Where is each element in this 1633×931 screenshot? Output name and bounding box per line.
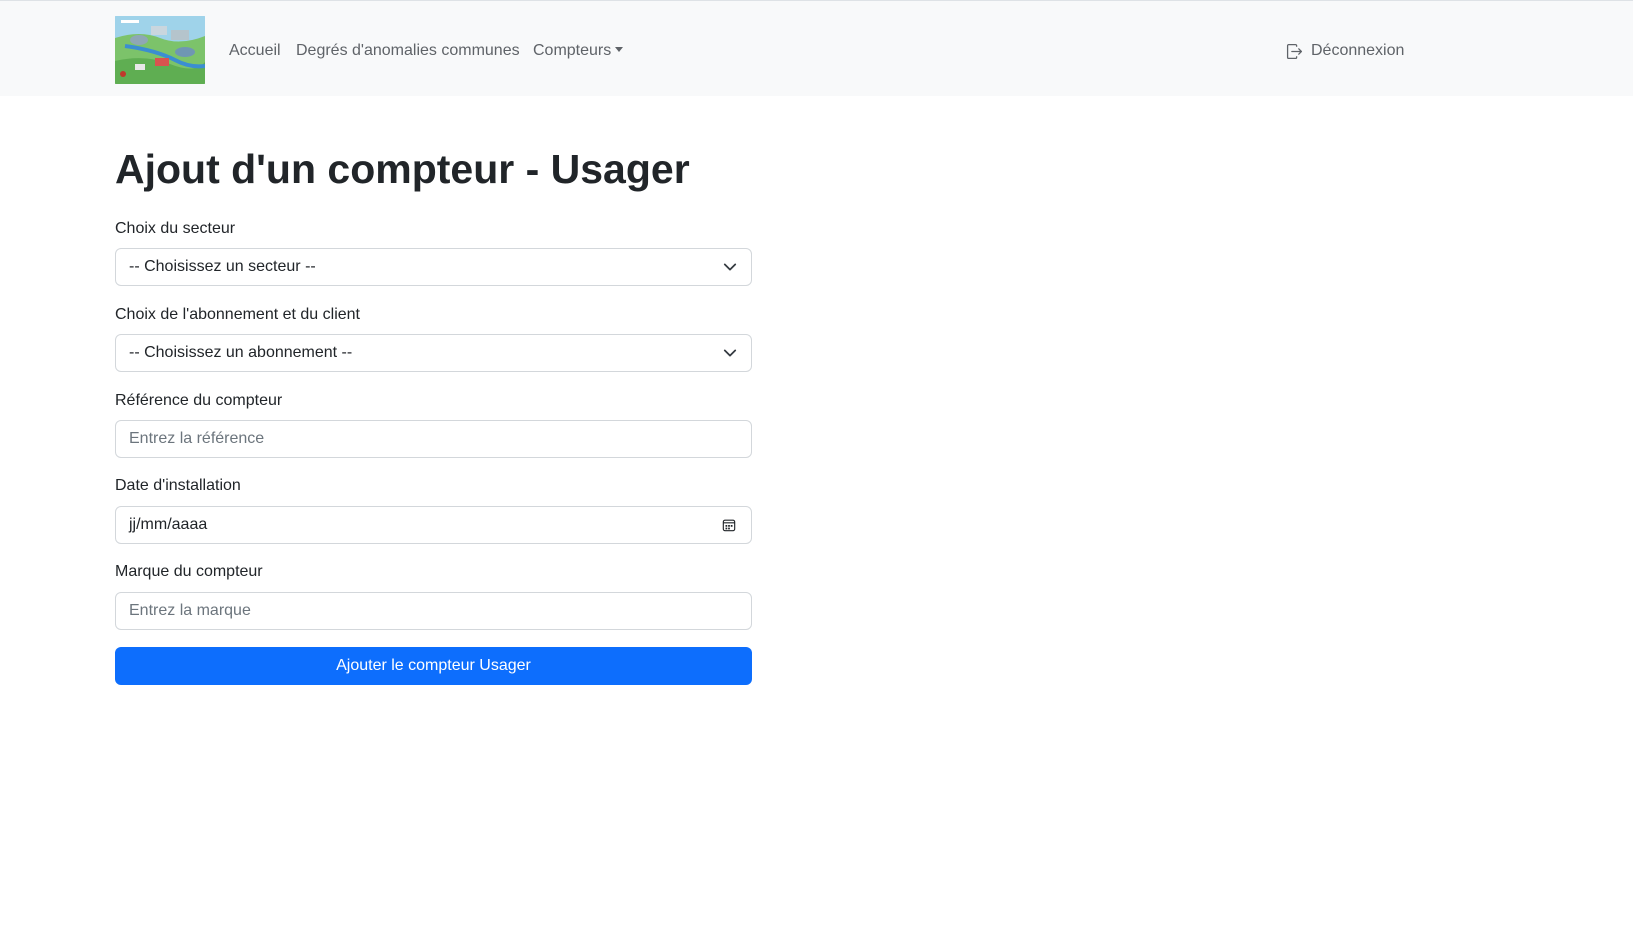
secteur-selected-value: -- Choisissez un secteur -- bbox=[129, 258, 316, 275]
nav-link-degres-anomalies[interactable]: Degrés d'anomalies communes bbox=[296, 39, 520, 63]
secteur-label: Choix du secteur bbox=[115, 220, 236, 237]
secteur-select[interactable]: -- Choisissez un secteur -- bbox=[115, 248, 752, 286]
top-navbar: Accueil Degrés d'anomalies communes Comp… bbox=[0, 0, 1633, 96]
reference-label: Référence du compteur bbox=[115, 392, 283, 409]
nav-dropdown-compteurs[interactable]: Compteurs bbox=[533, 39, 624, 63]
calendar-icon[interactable] bbox=[722, 518, 737, 533]
caret-down-icon bbox=[615, 47, 624, 52]
marque-label: Marque du compteur bbox=[115, 563, 263, 580]
marque-input[interactable]: Entrez la marque bbox=[115, 592, 752, 630]
nav-dropdown-compteurs-label: Compteurs bbox=[533, 42, 612, 59]
nav-link-accueil[interactable]: Accueil bbox=[229, 39, 281, 63]
reference-input[interactable]: Entrez la référence bbox=[115, 420, 752, 458]
logo-illustration bbox=[115, 16, 205, 84]
logout-icon bbox=[1286, 43, 1303, 60]
abonnement-label: Choix de l'abonnement et du client bbox=[115, 306, 360, 323]
logout-link[interactable]: Déconnexion bbox=[1286, 39, 1404, 63]
chevron-down-icon bbox=[723, 346, 737, 360]
date-input[interactable]: jj/mm/aaaa bbox=[115, 506, 752, 544]
abonnement-selected-value: -- Choisissez un abonnement -- bbox=[129, 344, 353, 361]
logout-label: Déconnexion bbox=[1311, 42, 1405, 59]
abonnement-select[interactable]: -- Choisissez un abonnement -- bbox=[115, 334, 752, 372]
add-compteur-usager-button[interactable]: Ajouter le compteur Usager bbox=[115, 647, 752, 685]
reference-placeholder: Entrez la référence bbox=[129, 430, 265, 447]
date-value: jj/mm/aaaa bbox=[129, 516, 208, 533]
page-title: Ajout d'un compteur - Usager bbox=[115, 146, 690, 192]
chevron-down-icon bbox=[723, 260, 737, 274]
marque-placeholder: Entrez la marque bbox=[129, 602, 251, 619]
logo-image[interactable] bbox=[115, 16, 205, 84]
date-label: Date d'installation bbox=[115, 477, 241, 494]
